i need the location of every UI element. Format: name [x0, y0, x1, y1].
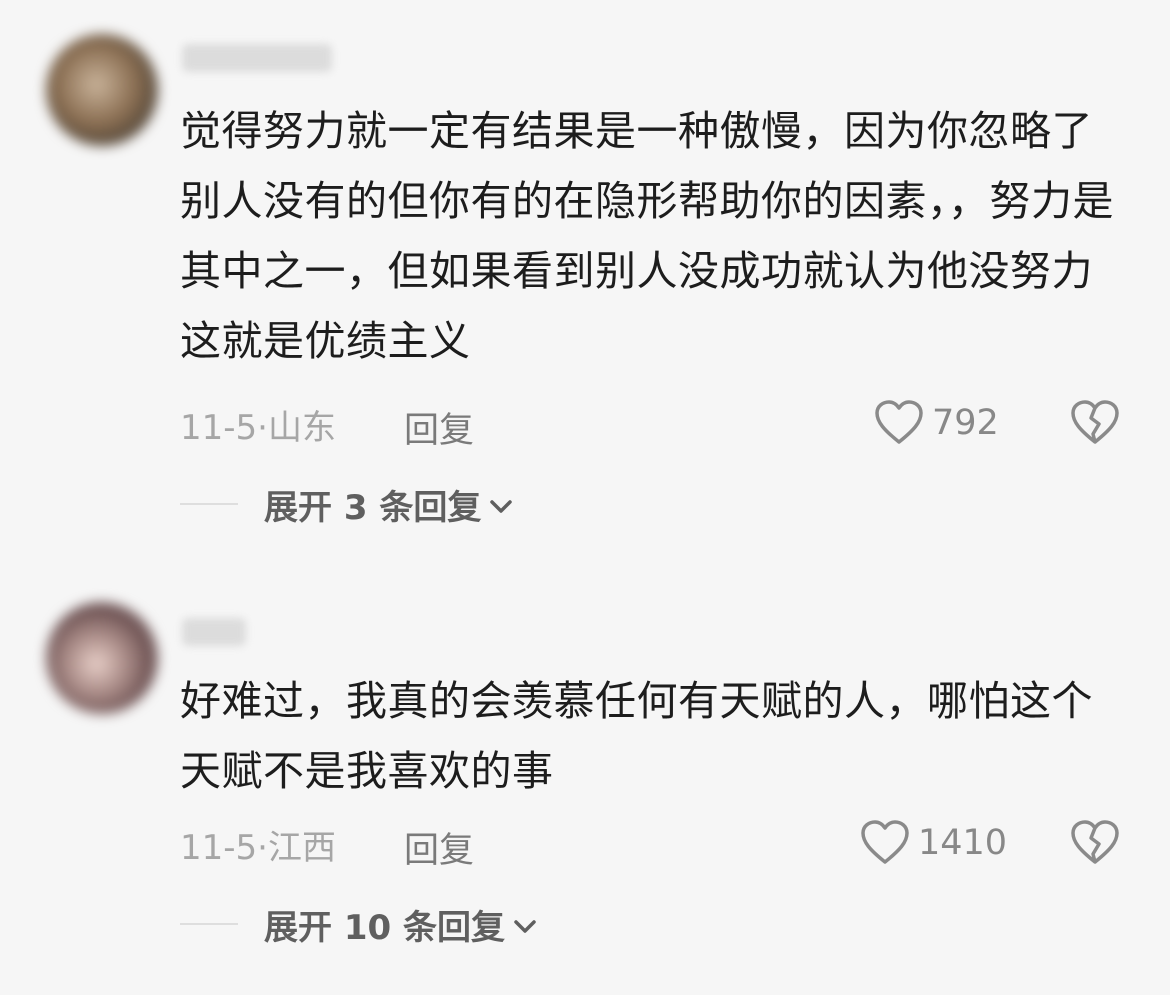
comment-text: 好难过，我真的会羡慕任何有天赋的人，哪怕这个天赋不是我喜欢的事	[180, 677, 1093, 795]
divider-line	[180, 923, 238, 925]
like-count: 792	[932, 403, 999, 443]
heart-outline-icon	[860, 820, 910, 866]
divider-line	[180, 503, 238, 505]
user-avatar[interactable]	[46, 602, 158, 714]
like-button[interactable]: 1410	[860, 820, 1007, 866]
username-blurred[interactable]	[182, 44, 332, 72]
expand-replies-label: 展开 3 条回复	[264, 487, 482, 528]
chevron-down-icon	[513, 904, 537, 944]
comment-date-location: 11-5·江西	[180, 827, 336, 868]
expand-replies[interactable]: 展开 3 条回复	[180, 484, 513, 528]
like-button[interactable]: 792	[874, 400, 999, 446]
user-avatar[interactable]	[46, 34, 158, 146]
dislike-button[interactable]	[1070, 400, 1120, 446]
username-blurred[interactable]	[182, 618, 246, 646]
chevron-down-icon	[489, 484, 513, 524]
reply-button[interactable]: 回复	[404, 822, 474, 873]
reply-button[interactable]: 回复	[404, 402, 474, 453]
like-count: 1410	[918, 823, 1008, 863]
heart-outline-icon	[874, 400, 924, 446]
broken-heart-icon	[1070, 400, 1120, 446]
comment-text: 觉得努力就一定有结果是一种傲慢，因为你忽略了别人没有的但你有的在隐形帮助你的因素…	[180, 107, 1114, 365]
expand-replies[interactable]: 展开 10 条回复	[180, 904, 537, 948]
expand-replies-label: 展开 10 条回复	[264, 907, 505, 948]
comment-date-location: 11-5·山东	[180, 407, 336, 448]
broken-heart-icon	[1070, 820, 1120, 866]
dislike-button[interactable]	[1070, 820, 1120, 866]
